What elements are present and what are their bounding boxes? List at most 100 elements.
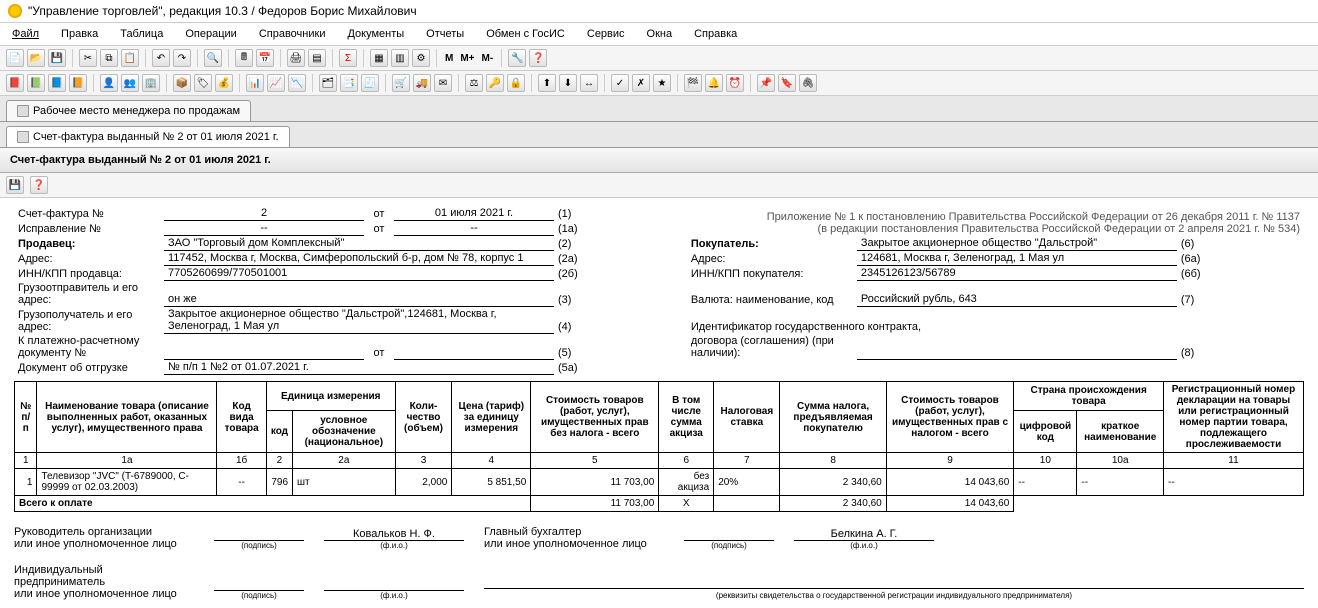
acct-sign-line	[684, 528, 774, 541]
tb2-1-icon[interactable]: 📕	[6, 74, 24, 92]
tb-mplus[interactable]: M+	[458, 53, 476, 64]
tb-find-icon[interactable]: 🔍	[204, 49, 222, 67]
tb2-18-icon[interactable]: 🚚	[413, 74, 431, 92]
doc-save-icon[interactable]: 💾	[6, 176, 24, 194]
tb-paste-icon[interactable]: 📋	[121, 49, 139, 67]
tb2-31-icon[interactable]: ⏰	[726, 74, 744, 92]
menu-reports[interactable]: Отчеты	[422, 26, 468, 42]
tb-cal-icon[interactable]: 📅	[256, 49, 274, 67]
tb2-4-icon[interactable]: 📙	[69, 74, 87, 92]
tb-copy-icon[interactable]: ⧉	[100, 49, 118, 67]
label-buyer: Покупатель:	[691, 238, 759, 250]
tb2-15-icon[interactable]: 📑	[340, 74, 358, 92]
tb2-19-icon[interactable]: ✉	[434, 74, 452, 92]
ref-2: (2)	[554, 236, 667, 251]
totals-row: Всего к оплате 11 703,00 X 2 340,60 14 0…	[15, 496, 1304, 512]
col-uname: условное обозначение (национальное)	[293, 411, 396, 453]
tb2-28-icon[interactable]: ★	[653, 74, 671, 92]
tb-m[interactable]: M	[443, 53, 455, 64]
label-seller: Продавец:	[18, 238, 75, 250]
tb2-30-icon[interactable]: 🔔	[705, 74, 723, 92]
ref-5a: (5а)	[554, 360, 667, 375]
col-ccode: цифровой код	[1014, 411, 1077, 453]
tb2-17-icon[interactable]: 🛒	[392, 74, 410, 92]
tb-redo-icon[interactable]: ↷	[173, 49, 191, 67]
label-ip2: или иное уполномоченное лицо	[14, 588, 194, 600]
tab-manager-workspace[interactable]: Рабочее место менеджера по продажам	[6, 100, 251, 121]
tb2-23-icon[interactable]: ⬆	[538, 74, 556, 92]
tab-bar-1: Рабочее место менеджера по продажам	[0, 96, 1318, 122]
tb2-34-icon[interactable]: 🖇	[799, 74, 817, 92]
tb2-3-icon[interactable]: 📘	[48, 74, 66, 92]
tb2-10-icon[interactable]: 💰	[215, 74, 233, 92]
ref-6: (6)	[1177, 236, 1304, 251]
col-costgross: Стоимость товаров (работ, услуг), имущес…	[886, 382, 1014, 453]
app-title: "Управление торговлей", редакция 10.3 / …	[28, 4, 417, 18]
tb-preview-icon[interactable]: ▤	[308, 49, 326, 67]
label-shipper: Грузоотправитель и его адрес:	[14, 281, 164, 307]
tb2-8-icon[interactable]: 📦	[173, 74, 191, 92]
tb2-16-icon[interactable]: 🧾	[361, 74, 379, 92]
tb2-11-icon[interactable]: 📊	[246, 74, 264, 92]
menu-edit[interactable]: Правка	[57, 26, 102, 42]
tb-open-icon[interactable]: 📂	[27, 49, 45, 67]
tb-cell-icon[interactable]: ▥	[391, 49, 409, 67]
tab-invoice[interactable]: Счет-фактура выданный № 2 от 01 июля 202…	[6, 126, 290, 147]
tb2-9-icon[interactable]: 🏷	[194, 74, 212, 92]
ref-8: (8)	[1177, 334, 1304, 360]
menu-refs[interactable]: Справочники	[255, 26, 330, 42]
menu-file[interactable]: Файл	[8, 26, 43, 42]
tb-fx-icon[interactable]: Σ	[339, 49, 357, 67]
tb2-27-icon[interactable]: ✗	[632, 74, 650, 92]
tb2-5-icon[interactable]: 👤	[100, 74, 118, 92]
tb-print-icon[interactable]: 🖨	[287, 49, 305, 67]
tb2-6-icon[interactable]: 👥	[121, 74, 139, 92]
tb-props-icon[interactable]: ⚙	[412, 49, 430, 67]
tb-new-icon[interactable]: 📄	[6, 49, 24, 67]
doc-help-icon[interactable]: ❓	[30, 176, 48, 194]
tb2-13-icon[interactable]: 📉	[288, 74, 306, 92]
col-costnet: Стоимость товаров (работ, услуг), имущес…	[531, 382, 659, 453]
ref-1a: (1а)	[554, 221, 667, 236]
tb2-22-icon[interactable]: 🔒	[507, 74, 525, 92]
col-country: Страна происхождения товара	[1014, 382, 1164, 411]
tb2-25-icon[interactable]: ↔	[580, 74, 598, 92]
menu-docs[interactable]: Документы	[343, 26, 408, 42]
tb-table-icon[interactable]: ▦	[370, 49, 388, 67]
tb2-7-icon[interactable]: 🏢	[142, 74, 160, 92]
tb-help-icon[interactable]: ❓	[529, 49, 547, 67]
tb2-21-icon[interactable]: 🔑	[486, 74, 504, 92]
appendix-note: Приложение № 1 к постановлению Правитель…	[667, 206, 1304, 236]
menu-operations[interactable]: Операции	[181, 26, 240, 42]
tb2-29-icon[interactable]: 🏁	[684, 74, 702, 92]
tb2-26-icon[interactable]: ✓	[611, 74, 629, 92]
tab-label: Счет-фактура выданный № 2 от 01 июля 202…	[33, 131, 279, 143]
tb-wrench-icon[interactable]: 🔧	[508, 49, 526, 67]
goods-table: № п/п Наименование товара (описание выпо…	[14, 381, 1304, 512]
tb-calc-icon[interactable]: 🖩	[235, 49, 253, 67]
col-cname: краткое наименование	[1077, 411, 1164, 453]
tb2-2-icon[interactable]: 📗	[27, 74, 45, 92]
tb2-32-icon[interactable]: 📌	[757, 74, 775, 92]
totals-net: 11 703,00	[531, 496, 659, 512]
tb-undo-icon[interactable]: ↶	[152, 49, 170, 67]
tb2-14-icon[interactable]: 🗂	[319, 74, 337, 92]
menu-table[interactable]: Таблица	[116, 26, 167, 42]
tb-mminus[interactable]: M-	[480, 53, 496, 64]
tb2-20-icon[interactable]: ⚖	[465, 74, 483, 92]
tb2-24-icon[interactable]: ⬇	[559, 74, 577, 92]
tb-save-icon[interactable]: 💾	[48, 49, 66, 67]
menu-windows[interactable]: Окна	[643, 26, 677, 42]
tb-cut-icon[interactable]: ✂	[79, 49, 97, 67]
toolbar-1: 📄 📂 💾 ✂ ⧉ 📋 ↶ ↷ 🔍 🖩 📅 🖨 ▤ Σ ▦ ▥ ⚙ M M+ M…	[0, 46, 1318, 71]
label-correction: Исправление №	[14, 221, 164, 236]
head-sign-line	[214, 528, 304, 541]
menu-service[interactable]: Сервис	[583, 26, 629, 42]
col-excise: В том числе сумма акциза	[659, 382, 714, 453]
tab-label: Рабочее место менеджера по продажам	[33, 105, 240, 117]
tb2-33-icon[interactable]: 🔖	[778, 74, 796, 92]
tb2-12-icon[interactable]: 📈	[267, 74, 285, 92]
menu-gosis[interactable]: Обмен с ГосИС	[482, 26, 569, 42]
label-inn-seller: ИНН/КПП продавца:	[14, 266, 164, 281]
menu-help[interactable]: Справка	[690, 26, 741, 42]
